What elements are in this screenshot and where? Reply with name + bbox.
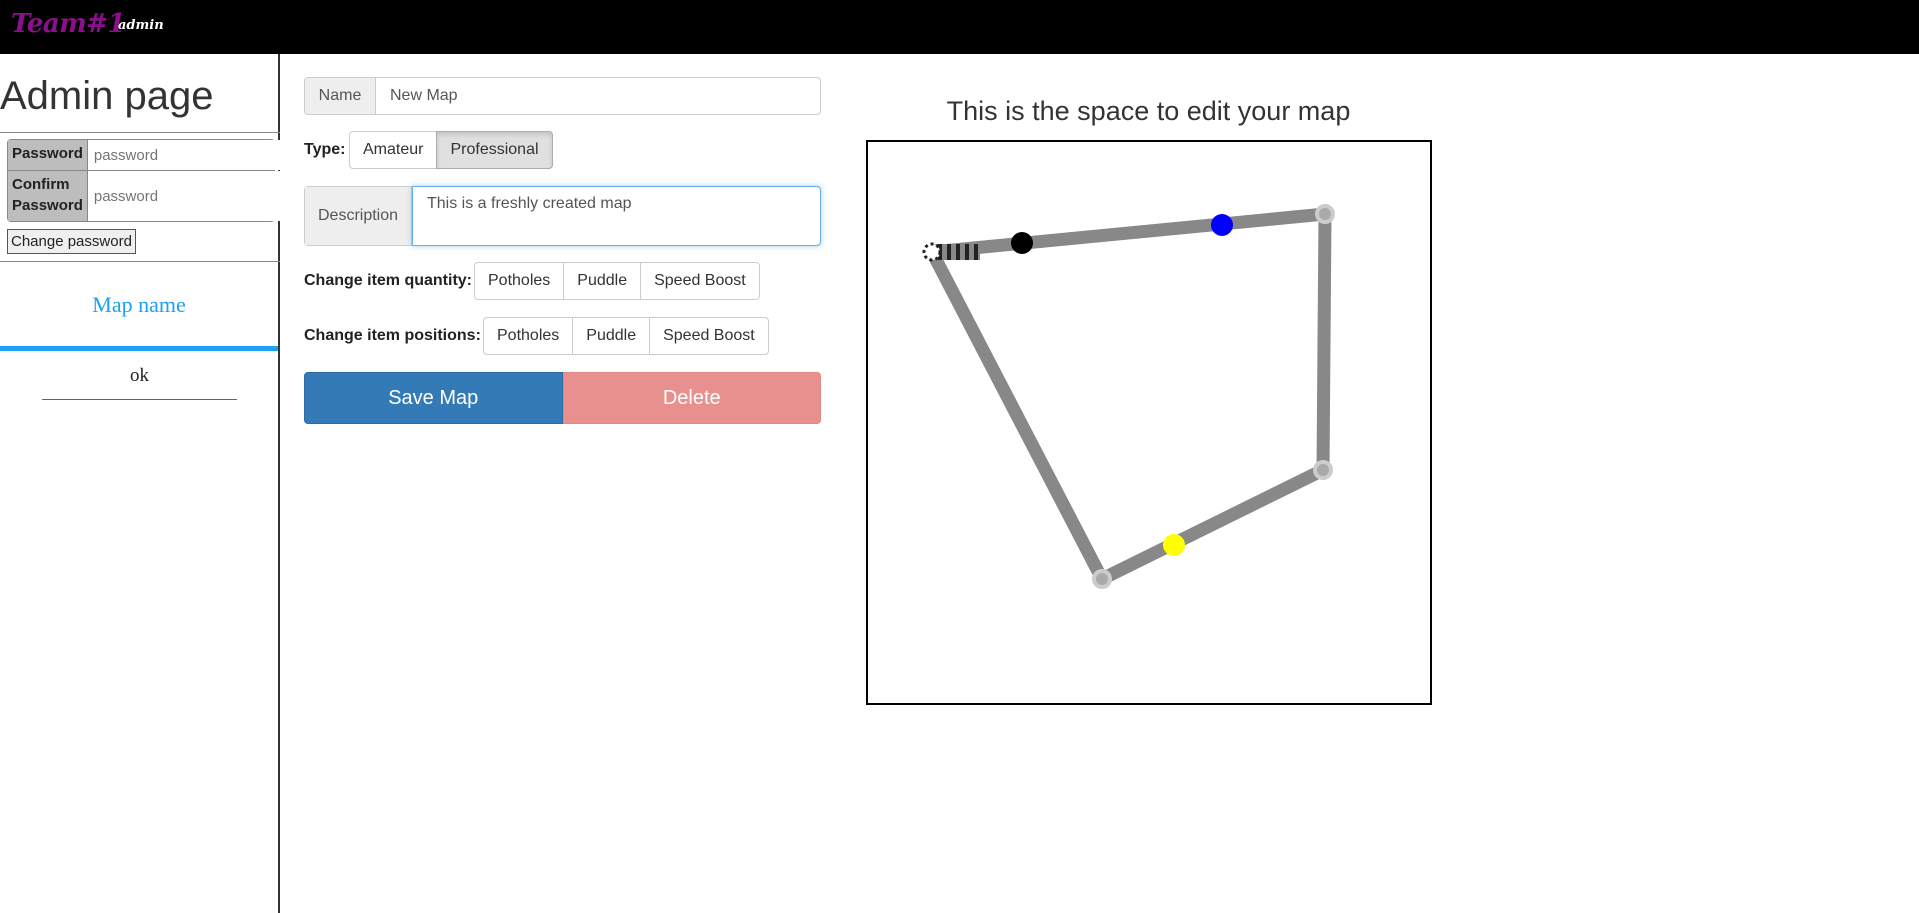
name-label: Name — [305, 78, 376, 114]
password-form: Password Confirm Password Change passwor… — [0, 132, 299, 262]
selected-map-indicator — [0, 346, 278, 351]
type-button-group: Amateur Professional — [349, 131, 553, 169]
type-label: Type: — [304, 141, 346, 158]
item-positions-button-group: Potholes Puddle Speed Boost — [483, 317, 769, 355]
password-group: Password — [7, 139, 299, 171]
name-input[interactable]: New Map — [376, 78, 820, 114]
description-label: Description — [305, 187, 412, 245]
track-segment[interactable] — [925, 245, 1109, 586]
track-segment[interactable] — [1095, 463, 1330, 586]
quantity-puddle-button[interactable]: Puddle — [563, 262, 642, 300]
confirm-label-line1: Confirm — [12, 176, 70, 193]
start-finish-line — [922, 242, 980, 262]
password-label: Password — [8, 140, 88, 170]
description-field-group: Description This is a freshly created ma… — [304, 186, 821, 246]
description-input[interactable]: This is a freshly created map — [412, 186, 821, 246]
speed-boost-item[interactable] — [1163, 534, 1185, 556]
pothole-item[interactable] — [1011, 232, 1033, 254]
map-list-item-selected[interactable]: Map name — [0, 292, 278, 318]
track-segment[interactable] — [925, 207, 1332, 259]
map-editor-title: This is the space to edit your map — [946, 96, 1351, 126]
change-password-button[interactable]: Change password — [7, 229, 136, 254]
confirm-label-line2: Password — [12, 197, 83, 214]
track-node[interactable] — [1092, 569, 1112, 589]
item-positions-label: Change item positions: — [304, 327, 481, 344]
username-label[interactable]: admin — [118, 18, 164, 33]
action-button-group: Save Map Delete — [304, 372, 821, 424]
brand-logo[interactable]: Team#1 — [11, 9, 126, 39]
save-map-button[interactable]: Save Map — [304, 372, 563, 424]
delete-button[interactable]: Delete — [562, 372, 821, 424]
track-segment[interactable] — [1316, 207, 1332, 477]
page-title: Admin page — [0, 74, 214, 118]
sidebar: Admin page Password Confirm Password Cha… — [0, 54, 299, 913]
map-editor-canvas[interactable] — [866, 140, 1432, 705]
confirm-password-input[interactable] — [87, 171, 299, 221]
quantity-potholes-button[interactable]: Potholes — [474, 262, 565, 300]
positions-puddle-button[interactable]: Puddle — [572, 317, 651, 355]
type-amateur-button[interactable]: Amateur — [349, 131, 438, 169]
positions-speed-boost-button[interactable]: Speed Boost — [649, 317, 769, 355]
top-navbar: Team#1 admin — [0, 0, 1919, 54]
item-quantity-label: Change item quantity: — [304, 272, 473, 289]
map-list-item[interactable]: ok — [42, 365, 237, 400]
name-field-group: Name New Map — [304, 77, 821, 115]
quantity-speed-boost-button[interactable]: Speed Boost — [640, 262, 760, 300]
confirm-password-label: Confirm Password — [8, 171, 88, 221]
track-node[interactable] — [1313, 460, 1333, 480]
puddle-item[interactable] — [1211, 214, 1233, 236]
map-track-svg[interactable] — [868, 142, 1430, 703]
track-node[interactable] — [1315, 204, 1335, 224]
item-quantity-button-group: Potholes Puddle Speed Boost — [474, 262, 760, 300]
positions-potholes-button[interactable]: Potholes — [483, 317, 574, 355]
password-input[interactable] — [87, 140, 299, 170]
confirm-password-group: Confirm Password — [7, 170, 299, 222]
type-professional-button[interactable]: Professional — [436, 131, 553, 169]
